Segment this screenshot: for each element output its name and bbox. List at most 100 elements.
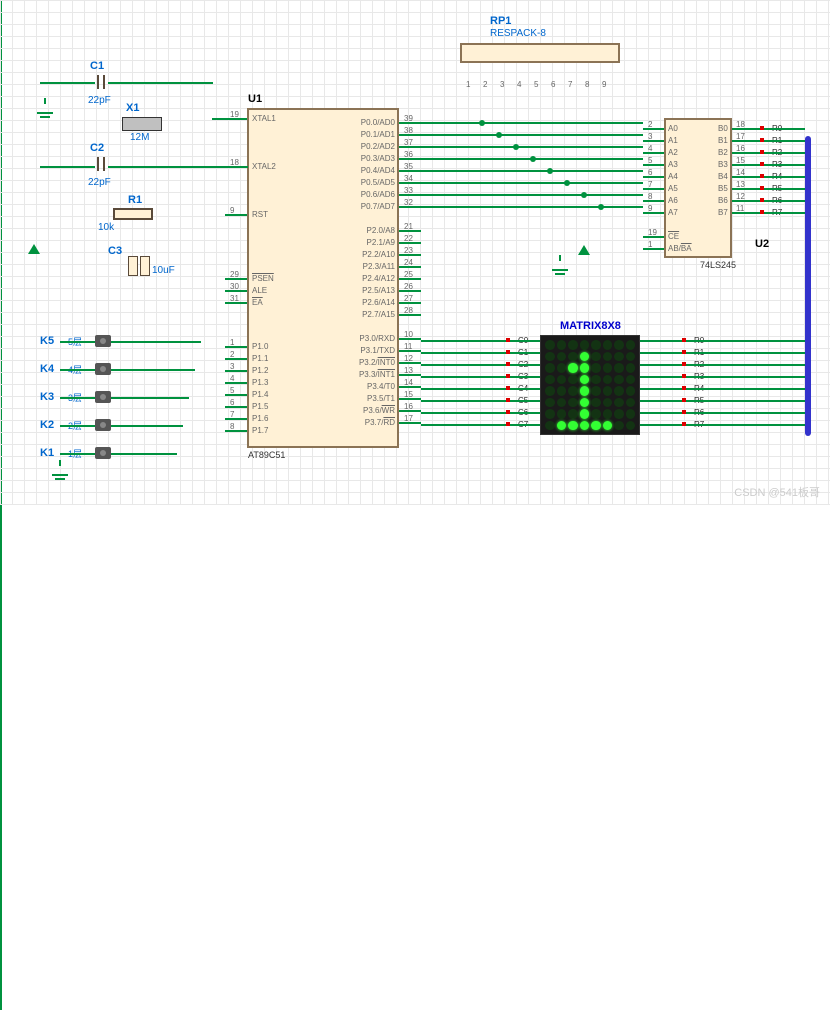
pin-stub bbox=[399, 278, 421, 280]
pin-stub bbox=[225, 394, 247, 396]
pin-stub bbox=[225, 358, 247, 360]
k3-ref: K3 bbox=[40, 391, 54, 403]
matrix-display[interactable] bbox=[540, 335, 640, 435]
led-6-2 bbox=[568, 409, 578, 419]
net-node bbox=[506, 362, 510, 366]
net-node bbox=[506, 338, 510, 342]
u1-pin-label: P2.7/A15 bbox=[362, 310, 395, 319]
led-7-7 bbox=[626, 421, 636, 431]
c3-val: 10uF bbox=[152, 265, 175, 276]
wire-p0 bbox=[515, 146, 643, 148]
led-2-7 bbox=[626, 363, 636, 373]
u2-pin-label: A0 bbox=[668, 124, 678, 133]
pin-stub bbox=[225, 418, 247, 420]
pin-stub bbox=[399, 194, 421, 196]
led-4-7 bbox=[626, 386, 636, 396]
wire-r bbox=[640, 388, 805, 390]
wire-p0 bbox=[421, 182, 566, 184]
pin-stub bbox=[399, 422, 421, 424]
u1-pin-label: P3.5/T1 bbox=[367, 394, 395, 403]
u2-pin-label: B1 bbox=[718, 136, 728, 145]
u1-pin-label: P3.6/WR bbox=[363, 406, 395, 415]
c1-body[interactable] bbox=[95, 75, 107, 92]
wire-r bbox=[640, 376, 805, 378]
ground-k bbox=[50, 460, 70, 474]
led-6-0 bbox=[545, 409, 555, 419]
u2-pin-label: B0 bbox=[718, 124, 728, 133]
net-node bbox=[506, 422, 510, 426]
rp-pin-num: 8 bbox=[585, 80, 589, 89]
pin-stub bbox=[399, 242, 421, 244]
u1-pin-label: P1.1 bbox=[252, 354, 268, 363]
led-7-6 bbox=[614, 421, 624, 431]
c3-body[interactable] bbox=[128, 256, 150, 279]
u2-pin-label: B3 bbox=[718, 160, 728, 169]
junction bbox=[547, 168, 553, 174]
wire bbox=[108, 82, 213, 84]
c3-ref: C3 bbox=[108, 245, 122, 257]
u1-pin-label: P1.5 bbox=[252, 402, 268, 411]
u2-pin-label: AB/BA bbox=[668, 244, 692, 253]
pin-stub bbox=[399, 410, 421, 412]
led-5-7 bbox=[626, 398, 636, 408]
pin-stub bbox=[399, 314, 421, 316]
wire-k bbox=[111, 425, 183, 427]
led-1-5 bbox=[603, 352, 613, 362]
pin-stub bbox=[399, 254, 421, 256]
net-node bbox=[682, 410, 686, 414]
led-6-1 bbox=[557, 409, 567, 419]
u2-pin-label: A4 bbox=[668, 172, 678, 181]
wire-p0 bbox=[498, 134, 643, 136]
r1-body[interactable] bbox=[113, 208, 153, 220]
pin-stub bbox=[399, 182, 421, 184]
wire-p0 bbox=[421, 170, 549, 172]
c2-body[interactable] bbox=[95, 157, 107, 174]
u1-pin-label: P3.4/T0 bbox=[367, 382, 395, 391]
pin-stub bbox=[643, 236, 664, 238]
u1-pin-label: P2.0/A8 bbox=[367, 226, 395, 235]
x1-val: 12M bbox=[130, 132, 149, 143]
pin-stub bbox=[399, 134, 421, 136]
wire-p0 bbox=[421, 134, 498, 136]
pin-stub bbox=[643, 140, 664, 142]
net-node bbox=[506, 374, 510, 378]
pin-stub bbox=[643, 200, 664, 202]
wire-p0 bbox=[532, 158, 643, 160]
u1-val: AT89C51 bbox=[248, 450, 285, 460]
u1-pin-label: P3.1/TXD bbox=[360, 346, 395, 355]
watermark: CSDN @541板哥 bbox=[734, 484, 820, 500]
wire-c bbox=[421, 412, 540, 414]
net-node bbox=[682, 362, 686, 366]
pin-stub bbox=[399, 302, 421, 304]
u2-pin-label: A1 bbox=[668, 136, 678, 145]
rp-pin-num: 2 bbox=[483, 80, 487, 89]
u2-pin-label: A7 bbox=[668, 208, 678, 217]
wire-p0 bbox=[421, 206, 600, 208]
led-4-0 bbox=[545, 386, 555, 396]
pin-stub bbox=[225, 278, 247, 280]
led-7-1 bbox=[557, 421, 567, 431]
wire-p0 bbox=[421, 122, 481, 124]
pin-stub bbox=[399, 122, 421, 124]
wire-r bbox=[732, 200, 805, 202]
junction bbox=[598, 204, 604, 210]
wire-p0 bbox=[0, 621, 2, 714]
net-node bbox=[760, 198, 764, 202]
wire-p0 bbox=[583, 194, 643, 196]
pin-stub bbox=[399, 266, 421, 268]
u1-pin-label: P1.3 bbox=[252, 378, 268, 387]
led-0-0 bbox=[545, 340, 555, 350]
led-6-5 bbox=[603, 409, 613, 419]
u1-pin-label: P1.6 bbox=[252, 414, 268, 423]
led-7-2 bbox=[568, 421, 578, 431]
c1-val: 22pF bbox=[88, 95, 111, 106]
x1-body[interactable] bbox=[122, 117, 162, 131]
led-3-4 bbox=[591, 375, 601, 385]
wire-r bbox=[732, 212, 805, 214]
led-4-6 bbox=[614, 386, 624, 396]
led-2-1 bbox=[557, 363, 567, 373]
net-node bbox=[760, 138, 764, 142]
pin-stub bbox=[643, 128, 664, 130]
net-node bbox=[682, 350, 686, 354]
rp1-body[interactable] bbox=[460, 43, 620, 63]
